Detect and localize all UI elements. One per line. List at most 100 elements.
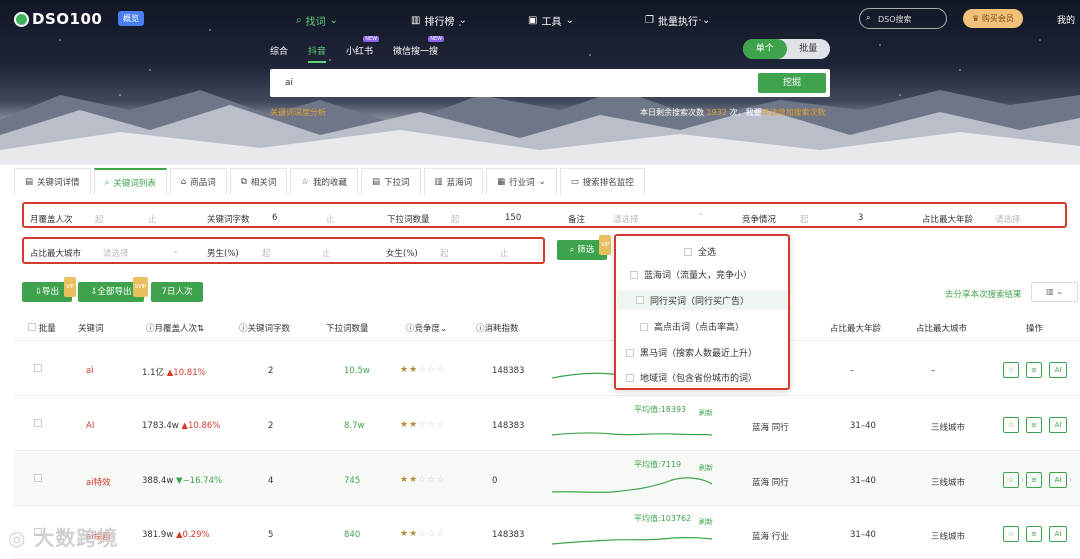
- refresh-tag[interactable]: 刷新: [699, 408, 713, 418]
- competition-to-input[interactable]: 3: [858, 213, 863, 223]
- monthly-from-input[interactable]: 起: [95, 213, 104, 225]
- copy-icon: ❐: [645, 15, 654, 26]
- favorite-star-icon[interactable]: ☆: [1003, 362, 1019, 378]
- dropdown-option-dark-horse[interactable]: 黑马词（搜索人数最近上升）: [626, 346, 757, 359]
- tab-blue-ocean[interactable]: ▥ 蓝海词: [423, 168, 484, 195]
- col-monthly-visits[interactable]: ⓘ月覆盖人次⇅: [146, 322, 204, 334]
- logo[interactable]: DSO100: [14, 10, 102, 28]
- dropdown-option-regional[interactable]: 地域词（包含省份城市的词）: [626, 371, 757, 384]
- keyword-link[interactable]: ai特效: [86, 476, 111, 488]
- dig-button[interactable]: 挖掘: [758, 73, 826, 93]
- remark-tags: 蓝海 同行: [752, 478, 789, 488]
- request-more-link[interactable]: 申请增加搜索次数: [761, 108, 825, 117]
- mode-single[interactable]: 单个: [743, 39, 787, 59]
- platform-tab-xiaohongshu[interactable]: 小红书 NEW: [346, 36, 380, 63]
- dropdown-option-high-click[interactable]: 高点击词（点击率高）: [640, 320, 744, 333]
- row-checkbox[interactable]: [34, 474, 42, 485]
- keyword-search-field[interactable]: ai 挖掘: [270, 69, 830, 97]
- favorite-star-icon[interactable]: ☆: [1003, 472, 1019, 488]
- favorite-star-icon[interactable]: ☆: [1003, 417, 1019, 433]
- tab-keyword-detail[interactable]: ▤ 关键词详情: [14, 168, 91, 195]
- chars-to-input[interactable]: 止: [326, 213, 335, 225]
- dropdown-select-all[interactable]: 全选: [684, 245, 716, 258]
- list-icon[interactable]: ≡: [1026, 472, 1042, 488]
- ai-analysis-button[interactable]: AI: [1049, 526, 1067, 542]
- remark-select[interactable]: 请选择: [613, 213, 639, 225]
- ai-analysis-button[interactable]: AI: [1049, 362, 1067, 378]
- monitor-icon: ▭: [570, 177, 579, 187]
- dropdown-count[interactable]: 10.5w: [344, 366, 370, 376]
- chevron-down-icon: ⌄: [538, 177, 546, 187]
- keyword-link[interactable]: ai: [86, 366, 94, 376]
- filter-button[interactable]: ⌕ 筛选 VIP: [557, 235, 611, 260]
- tab-industry-words[interactable]: ▦ 行业词 ⌄: [486, 168, 557, 195]
- platform-tab-all[interactable]: 综合: [270, 44, 288, 63]
- overview-badge[interactable]: 概览: [118, 11, 144, 26]
- top-age: 31–40: [850, 421, 876, 431]
- global-search-input[interactable]: ⌕ DSO搜索: [859, 8, 947, 29]
- trend-sparkline[interactable]: [552, 466, 714, 500]
- tab-dropdown-words[interactable]: ▤ 下拉词: [360, 168, 421, 195]
- sort-icon: ⇅: [197, 324, 205, 334]
- dropdown-count[interactable]: 8.7w: [344, 421, 364, 431]
- keyword-link[interactable]: AI: [86, 421, 94, 431]
- tab-keyword-list[interactable]: ⌕ 关键词列表: [93, 168, 167, 195]
- platform-tab-wechat[interactable]: 微信搜一搜 NEW: [393, 36, 445, 63]
- remark-tags: 蓝海 行业: [752, 532, 789, 542]
- deep-analysis-link[interactable]: 关键词深度分析: [270, 107, 326, 118]
- tab-rank-monitor[interactable]: ▭ 搜索排名监控: [559, 168, 645, 195]
- export-button[interactable]: ⇩导出 VIP: [22, 277, 76, 302]
- trend-sparkline[interactable]: [552, 520, 714, 554]
- list-icon[interactable]: ≡: [1026, 417, 1042, 433]
- row-checkbox[interactable]: [34, 364, 42, 375]
- buy-vip-button[interactable]: ♛ 购买会员: [963, 9, 1023, 28]
- dropdown-count[interactable]: 745: [344, 476, 360, 486]
- col-actions: 操作: [1026, 324, 1044, 334]
- 7day-visits-button[interactable]: 7日人次: [151, 282, 203, 302]
- monthly-to-input[interactable]: 止: [148, 213, 157, 225]
- age-select[interactable]: 请选择: [995, 213, 1021, 225]
- refresh-tag[interactable]: 刷新: [699, 463, 713, 473]
- export-all-button[interactable]: ⇩全部导出 SVIP: [78, 277, 148, 302]
- toolbox-icon: ▣: [528, 15, 538, 26]
- male-to-input[interactable]: 止: [322, 247, 331, 259]
- consumption-index: 148383: [492, 530, 525, 540]
- female-from-input[interactable]: 起: [440, 247, 449, 259]
- monthly-visits: 1783.4w ▲10.86%: [142, 421, 221, 431]
- trend-sparkline[interactable]: [552, 411, 714, 445]
- dropdown-option-blue-ocean[interactable]: 蓝海词（流量大，竞争小）: [630, 268, 752, 281]
- select-all-checkbox[interactable]: 批量: [28, 322, 56, 334]
- chars-from-input[interactable]: 6: [272, 213, 277, 223]
- male-from-input[interactable]: 起: [262, 247, 271, 259]
- list-icon[interactable]: ≡: [1026, 362, 1042, 378]
- nav-find-words[interactable]: ⌕ 找词 ⌄: [296, 13, 338, 28]
- ai-analysis-button[interactable]: AI: [1049, 417, 1067, 433]
- filter-row-1-highlight: [22, 202, 1067, 228]
- dropdown-from-input[interactable]: 起: [451, 213, 460, 225]
- dropdown-count[interactable]: 840: [344, 530, 360, 540]
- tab-product-words[interactable]: ⌂ 商品词: [169, 168, 227, 195]
- dropdown-to-input[interactable]: 150: [505, 213, 521, 223]
- platform-tab-douyin[interactable]: 抖音: [308, 44, 327, 63]
- refresh-tag[interactable]: 刷新: [699, 517, 713, 527]
- row-checkbox[interactable]: [34, 419, 42, 430]
- female-to-input[interactable]: 止: [500, 247, 509, 259]
- competition-from-input[interactable]: 起: [800, 213, 809, 225]
- dropdown-option-peer-buy[interactable]: 同行买词（同行买广告）: [617, 290, 787, 310]
- share-results-link[interactable]: 去分享本次搜索结果: [945, 288, 1022, 300]
- star-icon: ☆: [301, 177, 309, 187]
- my-account-menu[interactable]: 我的: [1057, 13, 1075, 26]
- nav-rankings[interactable]: ▥ 排行榜 ⌄: [411, 13, 467, 28]
- nav-batch[interactable]: ❐ 批量执行 ⌄: [645, 13, 710, 28]
- mode-batch[interactable]: 批量: [787, 39, 831, 59]
- help-icon: ⓘ: [406, 324, 415, 334]
- column-settings-button[interactable]: ▥ ⌄: [1031, 282, 1078, 302]
- city-select[interactable]: 请选择: [103, 247, 129, 259]
- ai-analysis-button[interactable]: AI: [1049, 472, 1067, 488]
- col-competition: ⓘ竞争度⌄: [406, 324, 448, 334]
- list-icon[interactable]: ≡: [1026, 526, 1042, 542]
- favorite-star-icon[interactable]: ☆: [1003, 526, 1019, 542]
- tab-my-favorites[interactable]: ☆ 我的收藏: [290, 168, 358, 195]
- nav-tools[interactable]: ▣ 工具 ⌄: [528, 13, 574, 28]
- tab-related-words[interactable]: ⧉ 相关词: [229, 168, 288, 195]
